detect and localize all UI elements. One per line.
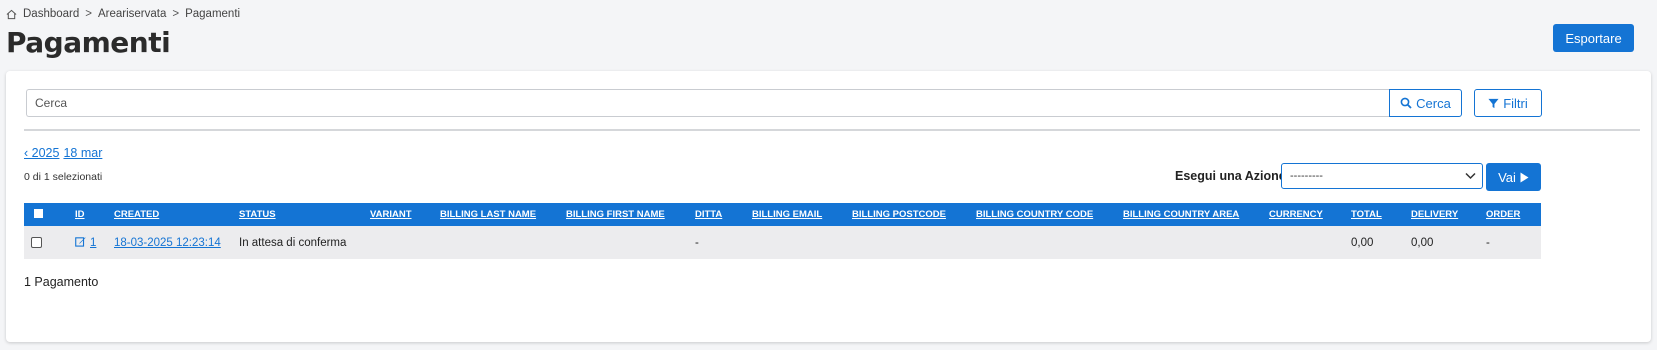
cell-currency [1269, 226, 1351, 259]
breadcrumb-pagamenti: Pagamenti [185, 8, 241, 20]
column-header-billing-email[interactable]: BILLING EMAIL [752, 203, 852, 226]
filters-button[interactable]: Filtri [1474, 89, 1542, 117]
page-title: Pagamenti [6, 26, 171, 59]
cell-billing-email [752, 226, 852, 259]
cell-billing-country-code [976, 226, 1123, 259]
play-icon [1520, 172, 1529, 182]
column-header-billing-last-name[interactable]: BILLING LAST NAME [440, 203, 566, 226]
column-header-billing-first-name[interactable]: BILLING FIRST NAME [566, 203, 695, 226]
divider [24, 129, 1640, 131]
cell-delivery: 0,00 [1411, 236, 1434, 249]
cell-status: In attesa di conferma [239, 236, 347, 249]
breadcrumb-dashboard[interactable]: Dashboard [23, 8, 79, 20]
column-header-currency[interactable]: CURRENCY [1269, 203, 1351, 226]
column-header-created[interactable]: CREATED [114, 203, 239, 226]
search-button[interactable]: Cerca [1389, 89, 1462, 117]
action-label: Esegui una Azione: [1175, 169, 1290, 183]
result-count: 1 Pagamento [24, 275, 99, 289]
export-button[interactable]: Esportare [1553, 24, 1634, 52]
cell-billing-country-area [1123, 226, 1269, 259]
content-card: Cerca Filtri ‹ 2025 18 mar 0 di 1 selezio… [6, 71, 1651, 342]
column-header-id[interactable]: ID [75, 203, 114, 226]
row-checkbox[interactable] [24, 226, 75, 259]
column-header-delivery[interactable]: DELIVERY [1411, 203, 1486, 226]
action-select-value: --------- [1290, 170, 1323, 182]
column-header-order[interactable]: ORDER [1486, 203, 1541, 226]
breadcrumb-separator: > [172, 8, 180, 20]
table-header-row: ID CREATED STATUS VARIANT BILLING LAST N… [24, 203, 1541, 226]
search-button-label: Cerca [1416, 95, 1451, 111]
chevron-down-icon [1465, 172, 1476, 180]
go-button[interactable]: Vai [1486, 163, 1541, 191]
column-header-billing-country-area[interactable]: BILLING COUNTRY AREA [1123, 203, 1269, 226]
search-icon [1400, 97, 1412, 109]
go-button-label: Vai [1498, 169, 1516, 185]
cell-ditta: - [695, 236, 699, 249]
breadcrumb: Dashboard > Areariservata > Pagamenti [6, 8, 240, 20]
column-header-billing-country-code[interactable]: BILLING COUNTRY CODE [976, 203, 1123, 226]
filter-icon [1488, 98, 1499, 108]
filters-button-label: Filtri [1503, 95, 1528, 111]
row-created-link[interactable]: 18-03-2025 12:23:14 [114, 237, 221, 249]
edit-icon[interactable] [75, 236, 86, 247]
column-header-ditta[interactable]: DITTA [695, 203, 752, 226]
row-id-link[interactable]: 1 [90, 237, 96, 249]
cell-order: - [1486, 236, 1490, 249]
date-hierarchy: ‹ 2025 18 mar [24, 146, 106, 160]
cell-id: 1 [75, 226, 114, 259]
column-header-total[interactable]: TOTAL [1351, 203, 1411, 226]
selection-counter: 0 di 1 selezionati [24, 171, 103, 183]
cell-billing-postcode [852, 226, 976, 259]
date-day-link[interactable]: 18 mar [63, 146, 102, 160]
column-header-status[interactable]: STATUS [239, 203, 370, 226]
select-all-checkbox[interactable] [24, 203, 75, 226]
table-row: 1 18-03-2025 12:23:14 In attesa di confe… [24, 226, 1541, 259]
cell-billing-first-name [566, 226, 695, 259]
cell-variant [370, 226, 440, 259]
search-bar: Cerca Filtri [26, 89, 1631, 117]
breadcrumb-areariservata[interactable]: Areariservata [98, 8, 166, 20]
page-header: Dashboard > Areariservata > Pagamenti Pa… [0, 0, 1657, 72]
breadcrumb-separator: > [85, 8, 92, 20]
date-year-link[interactable]: ‹ 2025 [24, 146, 59, 160]
search-input[interactable] [26, 89, 1389, 117]
cell-billing-last-name [440, 226, 566, 259]
home-icon [6, 9, 17, 19]
cell-total: 0,00 [1351, 236, 1374, 249]
results-table: ID CREATED STATUS VARIANT BILLING LAST N… [24, 203, 1541, 259]
column-header-variant[interactable]: VARIANT [370, 203, 440, 226]
action-select[interactable]: --------- [1281, 163, 1483, 189]
column-header-billing-postcode[interactable]: BILLING POSTCODE [852, 203, 976, 226]
cell-created: 18-03-2025 12:23:14 [114, 226, 239, 259]
